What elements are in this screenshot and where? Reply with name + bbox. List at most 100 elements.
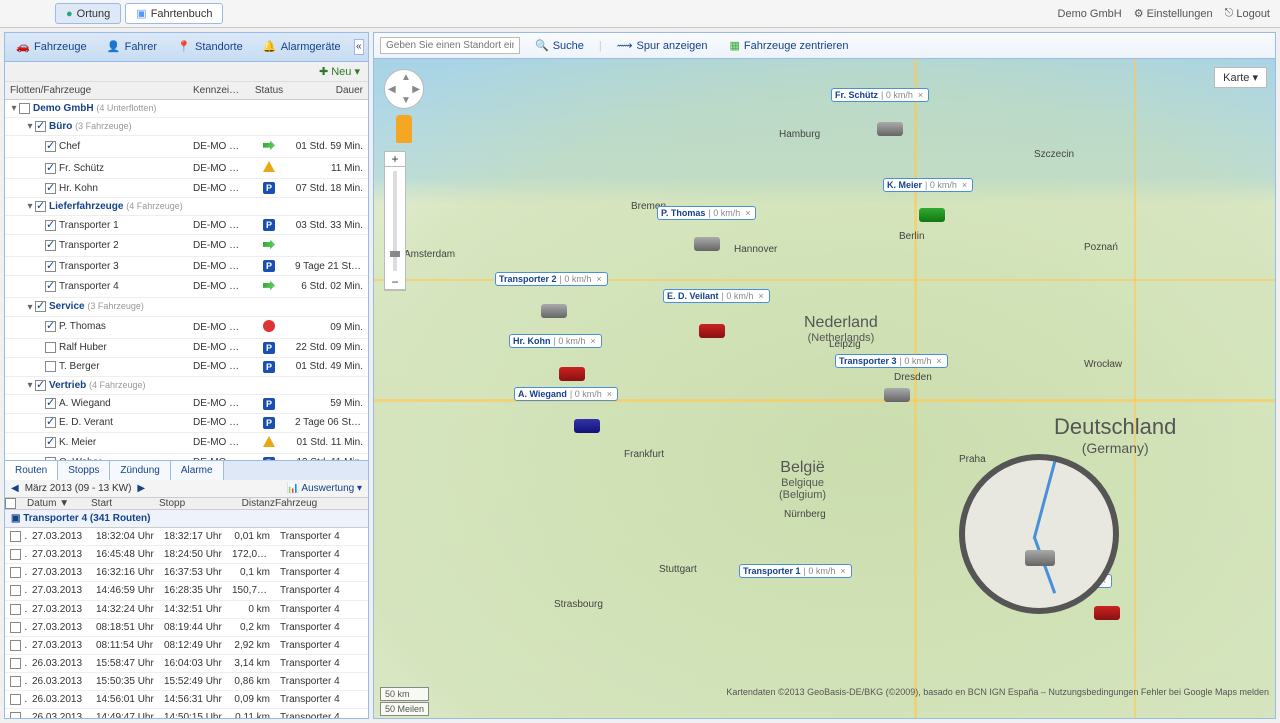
close-icon[interactable]: ×	[756, 291, 765, 301]
tab-zuendung[interactable]: Zündung	[110, 461, 170, 480]
close-icon[interactable]: ×	[743, 208, 752, 218]
btn-spur[interactable]: ⟿Spur anzeigen	[610, 36, 715, 55]
route-row[interactable]: 27.03.201316:32:16 Uhr16:37:53 Uhr 0,1 k…	[5, 564, 368, 582]
col-fahrzeug[interactable]: Fahrzeug	[275, 498, 368, 509]
close-icon[interactable]: ×	[594, 274, 603, 284]
route-checkbox[interactable]	[10, 658, 21, 669]
tree-vehicle[interactable]: A. Wiegand DE-MO 123 P 59 Min.	[5, 395, 368, 414]
route-checkbox[interactable]	[10, 622, 21, 633]
route-checkbox[interactable]	[10, 567, 21, 578]
date-label[interactable]: März 2013 (09 - 13 KW)	[25, 483, 132, 494]
vehicle-checkbox[interactable]	[45, 437, 56, 448]
tree-vehicle[interactable]: T. Berger DE-MO 456 P 01 Std. 49 Min.	[5, 358, 368, 377]
route-list[interactable]: 27.03.201318:32:04 Uhr18:32:17 Uhr 0,01 …	[5, 528, 368, 718]
col-dauer[interactable]: Dauer	[290, 82, 368, 99]
vehicle-checkbox[interactable]	[45, 163, 56, 174]
tree-vehicle[interactable]: Transporter 1 DE-MO 147 P 03 Std. 33 Min…	[5, 216, 368, 235]
route-checkbox[interactable]	[10, 640, 21, 651]
date-prev[interactable]: ◀	[11, 483, 19, 494]
settings-link[interactable]: ⚙Einstellungen	[1134, 7, 1213, 20]
vehicle-checkbox[interactable]	[45, 261, 56, 272]
route-row[interactable]: 26.03.201315:50:35 Uhr15:52:49 Uhr 0,86 …	[5, 673, 368, 691]
col-distanz[interactable]: Distanz	[227, 498, 275, 509]
vehicle-icon[interactable]	[694, 237, 720, 251]
collapse-sidebar[interactable]: «	[354, 39, 364, 55]
logout-link[interactable]: ⎋Logout	[1225, 7, 1270, 20]
vehicle-icon[interactable]	[699, 324, 725, 338]
col-status[interactable]: Status	[248, 82, 290, 99]
vehicle-tag[interactable]: Transporter 2 | 0 km/h×	[495, 272, 608, 286]
tree-vehicle[interactable]: P. Thomas DE-MO 753 09 Min.	[5, 317, 368, 339]
route-checkbox[interactable]	[10, 549, 21, 560]
fleet-tree[interactable]: ▾Demo GmbH (4 Unterflotten) ▾Büro (3 Fah…	[5, 100, 368, 460]
btn-suche[interactable]: 🔍Suche	[528, 36, 591, 55]
location-search-input[interactable]	[380, 37, 520, 54]
vehicle-tag[interactable]: K. Meier | 0 km/h×	[883, 178, 973, 192]
vehicle-checkbox[interactable]	[45, 220, 56, 231]
close-icon[interactable]: ×	[838, 566, 847, 576]
map[interactable]: Deutschland(Germany) Nederland(Netherlan…	[374, 59, 1275, 718]
close-icon[interactable]: ×	[934, 356, 943, 366]
vehicle-tag[interactable]: P. Thomas | 0 km/h×	[657, 206, 756, 220]
col-start[interactable]: Start	[91, 498, 159, 509]
route-row[interactable]: 27.03.201318:32:04 Uhr18:32:17 Uhr 0,01 …	[5, 528, 368, 546]
btn-standorte[interactable]: 📍Standorte	[170, 37, 250, 57]
route-check-all[interactable]	[5, 498, 16, 509]
tab-routen[interactable]: Routen	[5, 461, 58, 480]
vehicle-icon[interactable]	[574, 419, 600, 433]
tree-vehicle[interactable]: Transporter 4 DE-MO 1234 6 Std. 02 Min.	[5, 276, 368, 298]
route-row[interactable]: 27.03.201314:46:59 Uhr16:28:35 Uhr 150,7…	[5, 582, 368, 600]
route-row[interactable]: 26.03.201315:58:47 Uhr16:04:03 Uhr 3,14 …	[5, 655, 368, 673]
tree-group[interactable]: ▾Service (3 Fahrzeuge)	[5, 298, 368, 316]
date-next[interactable]: ▶	[137, 483, 145, 494]
route-row[interactable]: 26.03.201314:56:01 Uhr14:56:31 Uhr 0,09 …	[5, 691, 368, 709]
zoom-control[interactable]: + −	[384, 151, 406, 291]
new-button[interactable]: ✚Neu ▾	[319, 65, 360, 78]
route-checkbox[interactable]	[10, 676, 21, 687]
vehicle-tag[interactable]: E. D. Veilant | 0 km/h×	[663, 289, 770, 303]
tree-vehicle[interactable]: E. D. Verant DE-MO 789 P 2 Tage 06 Std. …	[5, 414, 368, 433]
vehicle-checkbox[interactable]	[45, 183, 56, 194]
vehicle-checkbox[interactable]	[45, 240, 56, 251]
route-row[interactable]: 27.03.201316:45:48 Uhr18:24:50 Uhr 172,0…	[5, 546, 368, 564]
vehicle-icon[interactable]	[1094, 606, 1120, 620]
vehicle-checkbox[interactable]	[45, 141, 56, 152]
tree-vehicle[interactable]: Fr. Schütz DE-MO 7852 11 Min.	[5, 158, 368, 179]
close-icon[interactable]: ×	[960, 180, 969, 190]
tree-vehicle[interactable]: Transporter 2 DE-MO 567	[5, 235, 368, 257]
tree-vehicle[interactable]: Ralf Huber DE-MO 159 P 22 Std. 09 Min.	[5, 339, 368, 358]
close-icon[interactable]: ×	[916, 90, 925, 100]
route-group-header[interactable]: ▣ Transporter 4 (341 Routen)	[5, 510, 368, 528]
tab-fahrtenbuch[interactable]: ▣Fahrtenbuch	[125, 3, 223, 24]
btn-zentrieren[interactable]: ▦Fahrzeuge zentrieren	[723, 36, 856, 55]
tree-root[interactable]: ▾Demo GmbH (4 Unterflotten)	[5, 100, 368, 118]
route-row[interactable]: 27.03.201308:11:54 Uhr08:12:49 Uhr 2,92 …	[5, 637, 368, 655]
btn-fahrzeuge[interactable]: 🚗Fahrzeuge	[9, 37, 94, 57]
vehicle-icon[interactable]	[919, 208, 945, 222]
vehicle-icon[interactable]	[541, 304, 567, 318]
tree-vehicle[interactable]: Chef DE-MO 4567 01 Std. 59 Min.	[5, 136, 368, 158]
tab-ortung[interactable]: ●Ortung	[55, 3, 121, 24]
zoom-out[interactable]: −	[385, 275, 405, 290]
btn-fahrer[interactable]: 👤Fahrer	[100, 37, 164, 57]
map-type-button[interactable]: Karte ▾	[1214, 67, 1267, 88]
vehicle-checkbox[interactable]	[45, 398, 56, 409]
close-icon[interactable]: ×	[588, 336, 597, 346]
tab-stopps[interactable]: Stopps	[58, 461, 110, 480]
route-checkbox[interactable]	[10, 531, 21, 542]
col-datum[interactable]: Datum ▼	[27, 498, 91, 509]
vehicle-tag[interactable]: Transporter 1 | 0 km/h×	[739, 564, 852, 578]
vehicle-icon[interactable]	[877, 122, 903, 136]
tree-vehicle[interactable]: Transporter 3 DE-MO 345 P 9 Tage 21 Std.…	[5, 257, 368, 276]
zoom-in[interactable]: +	[385, 152, 405, 167]
vehicle-checkbox[interactable]	[45, 361, 56, 372]
zoom-handle[interactable]	[390, 251, 400, 257]
close-icon[interactable]: ×	[605, 389, 614, 399]
tree-vehicle[interactable]: Hr. Kohn DE-MO 452 P 07 Std. 18 Min.	[5, 179, 368, 198]
vehicle-checkbox[interactable]	[45, 417, 56, 428]
route-checkbox[interactable]	[10, 712, 21, 718]
vehicle-checkbox[interactable]	[45, 342, 56, 353]
route-checkbox[interactable]	[10, 694, 21, 705]
vehicle-checkbox[interactable]	[45, 281, 56, 292]
tree-group[interactable]: ▾Vertrieb (4 Fahrzeuge)	[5, 377, 368, 395]
